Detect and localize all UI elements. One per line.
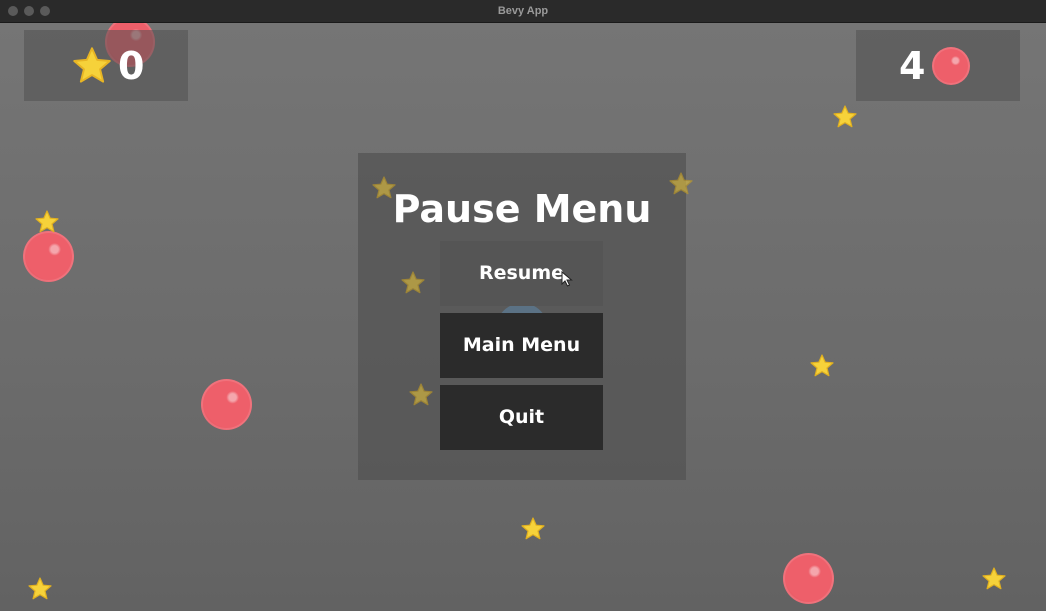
resume-button[interactable]: Resume bbox=[440, 241, 603, 306]
score-value: 0 bbox=[118, 44, 145, 88]
title-bar: Bevy App bbox=[0, 0, 1046, 23]
window-title: Bevy App bbox=[497, 5, 549, 17]
star-icon bbox=[73, 47, 111, 83]
quit-button[interactable]: Quit bbox=[440, 385, 603, 450]
enemy-ball bbox=[23, 231, 74, 282]
main-menu-button[interactable]: Main Menu bbox=[440, 313, 603, 378]
star-icon bbox=[401, 271, 425, 294]
star-icon bbox=[833, 105, 857, 128]
score-panel: 0 bbox=[24, 30, 188, 101]
enemy-ball bbox=[201, 379, 252, 430]
red-ball-icon bbox=[932, 47, 970, 85]
pause-menu-panel: Pause Menu Resume Main Menu Quit bbox=[358, 153, 693, 480]
mouse-cursor-icon bbox=[561, 271, 573, 287]
star-icon bbox=[409, 383, 433, 406]
star-icon bbox=[521, 517, 545, 540]
enemy-ball bbox=[783, 553, 834, 604]
enemy-count-value: 4 bbox=[899, 44, 926, 88]
star-icon bbox=[982, 567, 1006, 590]
enemy-count-panel: 4 bbox=[856, 30, 1020, 101]
game-window: Bevy App 0 4 Pause Menu Resume Main Menu… bbox=[0, 0, 1046, 611]
game-canvas[interactable]: 0 4 Pause Menu Resume Main Menu Quit bbox=[0, 23, 1046, 611]
pause-menu-title: Pause Menu bbox=[392, 187, 652, 231]
star-icon bbox=[810, 354, 834, 377]
star-icon bbox=[35, 210, 59, 233]
star-icon bbox=[28, 577, 52, 600]
